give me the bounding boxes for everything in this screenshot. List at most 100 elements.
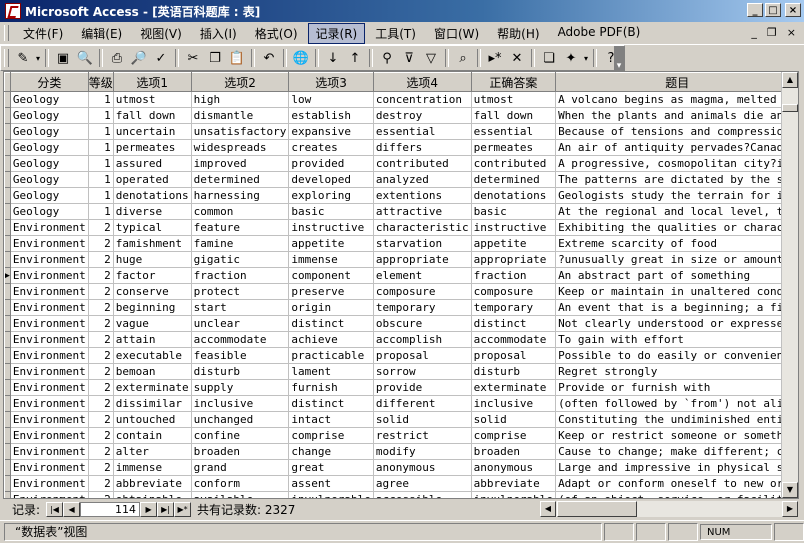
table-cell[interactable]: conform [191,475,290,492]
table-cell[interactable]: composure [471,283,557,300]
doc-restore-button[interactable]: ❐ [767,26,777,39]
table-cell[interactable]: attractive [373,203,472,220]
table-row[interactable]: Environment 2 attain accommodate achieve acco… [4,331,798,348]
table-cell[interactable]: untouched [113,411,192,428]
table-cell[interactable]: Geology [10,171,89,188]
table-cell[interactable]: dismantle [191,107,290,124]
table-cell[interactable]: typical [113,219,192,236]
table-row[interactable]: Environment 2 contain confine comprise restri… [4,427,798,444]
table-cell[interactable]: available [191,491,290,498]
table-cell[interactable]: establish [288,107,374,124]
table-row[interactable]: Environment2obtainableavailableinvulnera… [4,491,798,498]
table-cell[interactable]: utmost [471,91,557,108]
column-header[interactable]: 选项2 [190,72,290,92]
table-cell[interactable]: 2 [88,235,114,252]
table-cell[interactable]: exterminate [471,379,557,396]
undo-icon[interactable]: ↶ [259,48,279,68]
table-cell[interactable]: Environment [10,379,89,396]
table-cell[interactable]: contributed [373,155,472,172]
table-cell[interactable]: Environment [10,251,89,268]
vertical-scrollbar[interactable]: ▲ ▼ [781,72,798,498]
table-cell[interactable]: change [288,443,374,460]
menu-item-6[interactable]: 工具(T) [367,23,424,44]
table-cell[interactable]: uncertain [113,123,192,140]
table-cell[interactable]: 1 [88,203,114,220]
table-row[interactable]: Environment 2 executable feasible practicabl… [4,347,798,364]
new-object-icon[interactable]: ✦ [561,48,581,68]
table-cell[interactable]: appetite [471,235,557,252]
table-cell[interactable]: Environment [10,491,89,498]
table-cell[interactable]: 1 [88,123,114,140]
table-cell[interactable]: temporary [471,299,557,316]
table-cell[interactable]: anonymous [373,459,472,476]
table-cell[interactable]: developed [288,171,374,188]
doc-close-button[interactable]: × [787,26,796,39]
table-cell[interactable]: fraction [191,267,290,284]
table-cell[interactable]: concentration [373,91,472,108]
table-cell[interactable]: instructive [288,219,374,236]
table-cell[interactable]: abbreviate [471,475,557,492]
table-cell[interactable]: 2 [88,363,114,380]
table-row[interactable]: Geology 1 fall down dismantle establish destr… [4,107,798,124]
table-row[interactable]: Environment 2 untouched unchanged intact soli… [4,411,798,428]
table-cell[interactable]: Environment [10,395,89,412]
design-view-icon[interactable]: ✎ [13,48,33,68]
delete-record-icon[interactable]: ✕ [507,48,527,68]
table-cell[interactable]: Not clearly understood or expressed [555,315,798,332]
table-cell[interactable]: invulnerable [471,491,557,498]
table-cell[interactable]: start [191,299,290,316]
table-cell[interactable]: denotations [471,187,557,204]
table-cell[interactable]: composure [373,283,472,300]
table-cell[interactable]: Environment [10,475,89,492]
table-row[interactable]: Environment 2 abbreviate conform assent agree… [4,475,798,492]
scroll-up-button[interactable]: ▲ [782,72,798,88]
column-header[interactable]: 题目 [555,72,798,92]
table-cell[interactable]: executable [113,347,192,364]
table-cell[interactable]: proposal [373,347,472,364]
apply-filter-icon[interactable]: ▽ [421,48,441,68]
table-cell[interactable]: exploring [288,187,374,204]
table-cell[interactable]: determined [191,171,290,188]
table-row[interactable]: Geology 1 denotations harnessing exploring ex… [4,187,798,204]
table-cell[interactable]: component [288,267,374,284]
table-row[interactable]: ▶ Environment 2 factor fraction component elem… [4,267,798,284]
table-cell[interactable]: factor [113,267,192,284]
table-cell[interactable]: unchanged [191,411,290,428]
copy-icon[interactable]: ❐ [205,48,225,68]
table-cell[interactable]: 2 [88,443,114,460]
current-record-input[interactable]: 114 [80,501,141,517]
table-row[interactable]: Environment 2 alter broaden change modify broa… [4,443,798,460]
table-cell[interactable]: Geology [10,123,89,140]
spelling-icon[interactable]: ✓ [151,48,171,68]
table-row[interactable]: Environment 2 famishment famine appetite star… [4,235,798,252]
table-cell[interactable]: beginning [113,299,192,316]
table-row[interactable]: Geology 1 assured improved provided contribut… [4,155,798,172]
table-row[interactable]: Environment 2 beginning start origin temporar… [4,299,798,316]
table-cell[interactable]: determined [471,171,557,188]
table-cell[interactable]: immense [288,251,374,268]
table-cell[interactable]: Environment [10,459,89,476]
table-cell[interactable]: Environment [10,219,89,236]
table-cell[interactable]: Environment [10,331,89,348]
table-row[interactable]: Environment 2 immense grand great anonymous an… [4,459,798,476]
table-row[interactable]: Geology 1 operated determined developed analy… [4,171,798,188]
table-cell[interactable]: creates [288,139,374,156]
table-cell[interactable]: 1 [88,155,114,172]
table-cell[interactable]: provide [373,379,472,396]
table-cell[interactable]: exterminate [113,379,192,396]
table-cell[interactable]: denotations [113,187,192,204]
table-cell[interactable]: An air of antiquity pervades?Canada' [555,139,798,156]
table-cell[interactable]: Geologists study the terrain for ind [555,187,798,204]
table-row[interactable]: Geology 1 uncertain unsatisfactory expansive… [4,123,798,140]
table-cell[interactable]: 2 [88,267,114,284]
table-cell[interactable]: basic [288,203,374,220]
menu-item-8[interactable]: 帮助(H) [489,23,547,44]
table-cell[interactable]: Extreme scarcity of food [555,235,798,252]
table-cell[interactable]: 2 [88,379,114,396]
table-cell[interactable]: feature [191,219,290,236]
table-cell[interactable]: proposal [471,347,557,364]
table-cell[interactable]: provided [288,155,374,172]
column-header[interactable]: 选项1 [112,72,192,92]
table-cell[interactable]: broaden [471,443,557,460]
table-cell[interactable]: appropriate [373,251,472,268]
